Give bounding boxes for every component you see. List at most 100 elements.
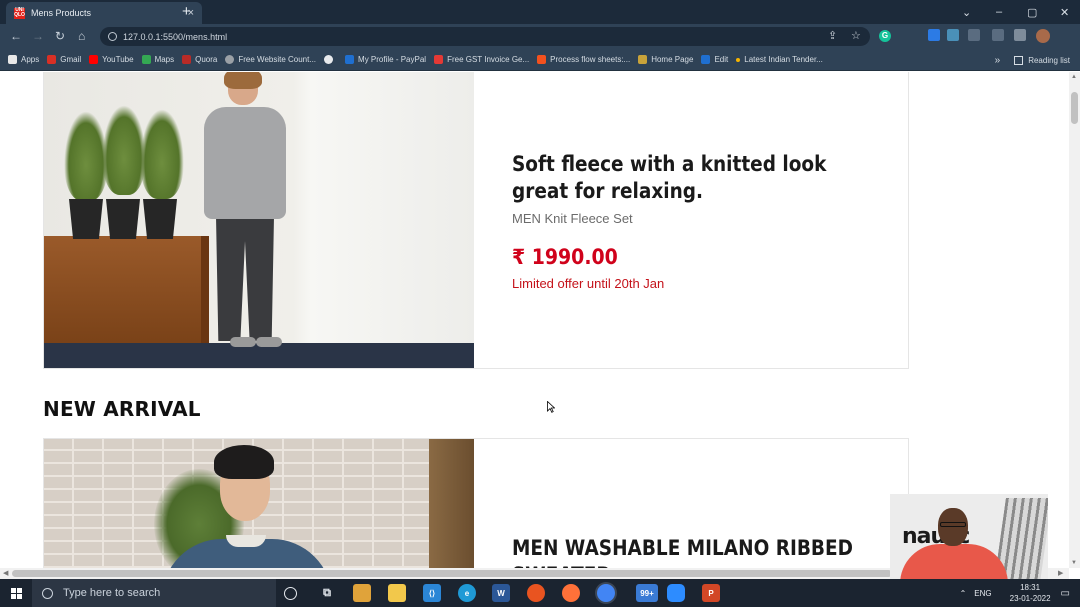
bookmark-indian-tender[interactable]: Latest Indian Tender... bbox=[736, 55, 823, 64]
bookmark-quora[interactable]: Quora bbox=[182, 55, 217, 64]
bookmark-apps[interactable]: Apps bbox=[8, 55, 39, 64]
bookmarks-bar: Apps Gmail YouTube Maps Quora Free Websi… bbox=[0, 49, 1080, 71]
forward-arrow-icon[interactable]: → bbox=[32, 28, 44, 44]
extension-icon[interactable] bbox=[928, 29, 940, 41]
bookmark-edit[interactable]: Edit bbox=[701, 55, 728, 64]
bookmark-gst-invoice[interactable]: Free GST Invoice Ge... bbox=[434, 55, 529, 64]
scroll-up-icon[interactable]: ▲ bbox=[1071, 74, 1077, 80]
new-tab-button[interactable]: + bbox=[182, 2, 191, 22]
webcam-overlay: nausc bbox=[890, 494, 1048, 584]
product-info: MEN WASHABLE MILANO RIBBED SWEATER bbox=[512, 439, 908, 568]
reading-list-icon bbox=[1014, 55, 1024, 65]
edit-icon bbox=[701, 55, 711, 64]
bookmark-maps[interactable]: Maps bbox=[141, 55, 174, 64]
grammarly-extension-icon[interactable]: G bbox=[879, 30, 891, 42]
bookmark-process-flow[interactable]: Process flow sheets:... bbox=[537, 55, 630, 64]
home-page-icon bbox=[638, 55, 648, 64]
browser-toolbar: ← → ↻ ⌂ 127.0.0.1:5500/mens.html ⇪ ☆ bbox=[0, 24, 1080, 49]
clock-time: 18:31 bbox=[1020, 583, 1041, 592]
scroll-down-icon[interactable]: ▼ bbox=[1071, 560, 1077, 566]
tab-search-icon[interactable]: ⌄ bbox=[962, 0, 971, 24]
reading-list-button[interactable]: Reading list bbox=[1028, 56, 1070, 65]
clock[interactable]: 18:31 23-01-2022 bbox=[1010, 582, 1051, 604]
globe-icon bbox=[324, 55, 334, 64]
site-info-icon[interactable] bbox=[108, 32, 117, 41]
ubuntu-icon[interactable] bbox=[527, 584, 545, 602]
extension-icon[interactable] bbox=[947, 29, 959, 41]
product-info: Soft fleece with a knitted look great fo… bbox=[512, 72, 908, 368]
scrollbar-thumb[interactable] bbox=[1071, 92, 1078, 124]
bookmark-website-counter[interactable]: Free Website Count... bbox=[225, 55, 316, 64]
firefox-icon[interactable] bbox=[562, 584, 580, 602]
bookmark-globe[interactable] bbox=[324, 55, 337, 64]
tender-icon bbox=[736, 57, 741, 62]
maximize-button[interactable]: ▢ bbox=[1027, 0, 1037, 24]
tray-chevron-icon[interactable]: ⌃ bbox=[960, 589, 967, 598]
zoom-icon[interactable] bbox=[667, 584, 685, 602]
bookmark-gmail[interactable]: Gmail bbox=[47, 55, 81, 64]
vscode-icon[interactable]: ⟨⟩ bbox=[423, 584, 441, 602]
edge-icon[interactable]: e bbox=[458, 584, 476, 602]
share-icon[interactable]: ⇪ bbox=[828, 27, 837, 46]
address-bar[interactable]: 127.0.0.1:5500/mens.html bbox=[100, 27, 870, 46]
file-explorer-icon[interactable] bbox=[388, 584, 406, 602]
home-icon[interactable]: ⌂ bbox=[78, 28, 85, 44]
chrome-icon[interactable] bbox=[597, 584, 615, 602]
back-arrow-icon[interactable]: ← bbox=[10, 28, 22, 44]
scroll-left-icon[interactable]: ◀ bbox=[3, 569, 8, 577]
scroll-right-icon[interactable]: ▶ bbox=[1058, 569, 1063, 577]
clock-date: 23-01-2022 bbox=[1009, 594, 1051, 603]
section-heading-new-arrival: NEW ARRIVAL bbox=[43, 397, 201, 421]
windows-logo-icon bbox=[10, 587, 22, 599]
maps-pin-icon bbox=[141, 55, 151, 64]
scrollbar-thumb[interactable] bbox=[12, 570, 892, 577]
bookmark-home-page[interactable]: Home Page bbox=[638, 55, 693, 64]
mouse-cursor-icon bbox=[547, 401, 555, 413]
start-button[interactable] bbox=[0, 579, 32, 607]
minimize-button[interactable]: – bbox=[996, 0, 1002, 24]
extension-icon[interactable] bbox=[968, 29, 980, 41]
product-image bbox=[44, 72, 474, 368]
quora-icon bbox=[182, 55, 192, 64]
browser-tab-bar: UNI QLO Mens Products × + ⌄ – ▢ ✕ bbox=[0, 0, 1080, 24]
more-bookmarks-icon[interactable]: » bbox=[995, 55, 1001, 66]
notification-icon[interactable]: ▭ bbox=[1061, 588, 1070, 599]
offer-text: Limited offer until 20th Jan bbox=[512, 276, 665, 291]
language-indicator[interactable]: ENG bbox=[974, 589, 991, 598]
blogger-icon bbox=[537, 55, 547, 64]
tab-title: Mens Products bbox=[31, 8, 92, 18]
product-card[interactable]: Soft fleece with a knitted look great fo… bbox=[43, 72, 909, 369]
store-icon[interactable] bbox=[353, 584, 371, 602]
product-title: Soft fleece with a knitted look great fo… bbox=[512, 152, 827, 203]
product-card[interactable]: MEN WASHABLE MILANO RIBBED SWEATER bbox=[43, 438, 909, 568]
apps-grid-icon bbox=[8, 55, 17, 64]
powerpoint-icon[interactable]: P bbox=[702, 584, 720, 602]
bookmark-star-icon[interactable]: ☆ bbox=[851, 27, 861, 46]
close-window-button[interactable]: ✕ bbox=[1060, 0, 1069, 24]
extension-icon[interactable] bbox=[992, 29, 1004, 41]
bookmarks-right: » Reading list bbox=[995, 49, 1070, 71]
zoho-icon bbox=[434, 55, 444, 64]
url-text: 127.0.0.1:5500/mens.html bbox=[123, 31, 228, 42]
taskbar-search[interactable]: Type here to search bbox=[32, 579, 276, 607]
search-placeholder: Type here to search bbox=[63, 587, 161, 599]
bookmark-youtube[interactable]: YouTube bbox=[89, 55, 134, 64]
product-subtitle: MEN Knit Fleece Set bbox=[512, 211, 633, 226]
product-title: MEN WASHABLE MILANO RIBBED SWEATER bbox=[512, 536, 853, 568]
reload-icon[interactable]: ↻ bbox=[55, 28, 65, 44]
cortana-icon[interactable] bbox=[284, 587, 297, 600]
bookmark-paypal[interactable]: My Profile - PayPal bbox=[345, 55, 426, 64]
vertical-scrollbar[interactable]: ▲ ▼ bbox=[1069, 72, 1080, 568]
extensions-puzzle-icon[interactable] bbox=[1014, 29, 1026, 41]
tab-mens-products[interactable]: UNI QLO Mens Products × bbox=[6, 2, 202, 24]
task-view-icon[interactable]: ⧉ bbox=[318, 584, 336, 602]
product-price: ₹ 1990.00 bbox=[512, 245, 618, 269]
profile-avatar[interactable] bbox=[1036, 29, 1050, 43]
youtube-icon bbox=[89, 55, 99, 64]
search-icon bbox=[42, 587, 53, 599]
gmail-icon bbox=[47, 55, 57, 64]
word-icon[interactable]: W bbox=[492, 584, 510, 602]
uniqlo-favicon-icon: UNI QLO bbox=[14, 7, 25, 19]
system-tray: ⌃ ENG 18:31 23-01-2022 ▭ bbox=[960, 579, 1080, 607]
notifications-badge-icon[interactable]: 99+ bbox=[636, 584, 658, 602]
